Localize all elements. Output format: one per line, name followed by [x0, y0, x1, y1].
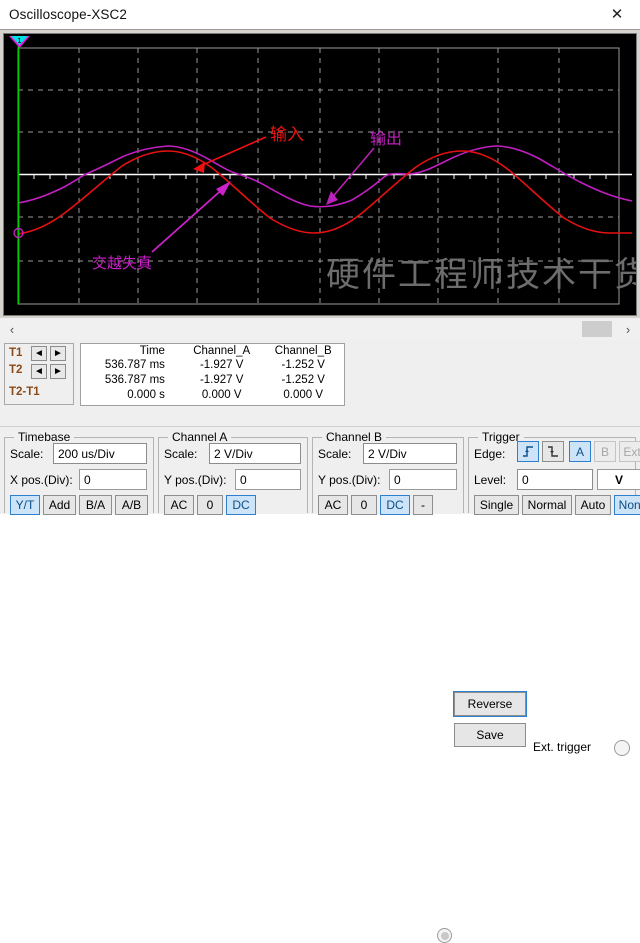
- cursor-delta-label: T2-T1: [9, 386, 40, 398]
- channel-a-group: Channel A Scale: 2 V/Div Y pos.(Div): 0 …: [158, 430, 452, 943]
- trigger-level-unit[interactable]: V: [597, 469, 640, 490]
- t2-channel-b: -1.252 V: [281, 373, 325, 386]
- cursor-t1-right-button[interactable]: ►: [50, 346, 66, 361]
- cursor-control-box: T1 T2 T2-T1 ◄ ► ◄ ►: [4, 343, 74, 405]
- channel-a-ypos-input[interactable]: 0: [235, 469, 301, 490]
- t1-channel-b: -1.252 V: [281, 358, 325, 371]
- trigger-source-b: B: [594, 441, 616, 462]
- delta-channel-b: 0.000 V: [283, 388, 324, 401]
- timebase-mode-ba[interactable]: B/A: [79, 495, 112, 515]
- trigger-level-input[interactable]: 0: [517, 469, 593, 490]
- t1-channel-a: -1.927 V: [199, 358, 244, 371]
- close-icon[interactable]: ✕: [594, 0, 640, 29]
- control-panel: Timebase Scale: 200 us/Div X pos.(Div): …: [0, 426, 640, 943]
- col-header-channel-b: Channel_B: [274, 345, 332, 357]
- table-row: 0.000 s 0.000 V 0.000 V: [81, 387, 344, 402]
- timebase-scale-input[interactable]: 200 us/Div: [53, 443, 147, 464]
- ext-trigger-terminal[interactable]: [614, 740, 630, 756]
- timebase-xpos-input[interactable]: 0: [79, 469, 147, 490]
- channel-a-ypos-label: Y pos.(Div):: [164, 473, 227, 487]
- trigger-mode-normal[interactable]: Normal: [522, 495, 572, 515]
- col-header-time: Time: [139, 345, 165, 357]
- channel-b-ypos-label: Y pos.(Div):: [318, 473, 381, 487]
- delta-time: 0.000 s: [127, 388, 165, 401]
- annotation-crossover-text: 交越失真: [92, 254, 152, 272]
- trigger-source-a[interactable]: A: [569, 441, 591, 462]
- annotation-input-text: 输入: [270, 125, 304, 145]
- scope-bezel: 硬件工程师技术干货 1 输入 输出 交越失真: [0, 29, 640, 318]
- delta-channel-a: 0.000 V: [201, 388, 242, 401]
- trigger-mode-auto[interactable]: Auto: [575, 495, 611, 515]
- t2-time: 536.787 ms: [104, 373, 165, 386]
- table-header-row: Time Channel_A Channel_B: [81, 344, 344, 357]
- channel-b-title: Channel B: [322, 430, 387, 444]
- scope-waveform-display[interactable]: 硬件工程师技术干货 1 输入 输出 交越失真: [4, 34, 636, 315]
- timebase-title: Timebase: [14, 430, 75, 444]
- channel-b-coupling-minus[interactable]: -: [413, 495, 433, 515]
- timebase-group: Timebase Scale: 200 us/Div X pos.(Div): …: [4, 430, 154, 515]
- annotation-output-text: 输出: [370, 129, 402, 148]
- trigger-group: Trigger Edge: A B Ext Level: 0 V Single …: [468, 430, 640, 515]
- channel-a-coupling-gnd[interactable]: 0: [197, 495, 223, 515]
- timebase-mode-add[interactable]: Add: [43, 495, 76, 515]
- window-title: Oscilloscope-XSC2: [9, 7, 127, 22]
- col-header-channel-a: Channel_A: [193, 345, 251, 357]
- channel-a-scale-input[interactable]: 2 V/Div: [209, 443, 301, 464]
- cursor-t1-label: T1: [9, 347, 23, 359]
- channel-b-group: Channel B Scale: 2 V/Div Y pos.(Div): 0 …: [312, 430, 464, 515]
- ext-trigger-label: Ext. trigger: [533, 740, 592, 754]
- channel-a-coupling-dc[interactable]: DC: [226, 495, 256, 515]
- trigger-mode-none[interactable]: None: [614, 495, 640, 515]
- channel-b-coupling-gnd[interactable]: 0: [351, 495, 377, 515]
- t1-time: 536.787 ms: [104, 358, 165, 371]
- scrollbar-thumb[interactable]: [582, 321, 612, 337]
- reverse-button[interactable]: Reverse: [453, 691, 527, 717]
- trigger-source-ext: Ext: [619, 441, 640, 462]
- cursor-t2-left-button[interactable]: ◄: [31, 364, 47, 379]
- readout-area: T1 T2 T2-T1 ◄ ► ◄ ► Time Channel_A Chann…: [0, 340, 640, 756]
- table-row: 536.787 ms -1.927 V -1.252 V: [81, 372, 344, 387]
- timebase-mode-yt[interactable]: Y/T: [10, 495, 40, 515]
- channel-a-coupling-ac[interactable]: AC: [164, 495, 194, 515]
- cursor-t1-left-button[interactable]: ◄: [31, 346, 47, 361]
- timebase-scale-label: Scale:: [10, 447, 44, 461]
- channel-b-coupling-ac[interactable]: AC: [318, 495, 348, 515]
- channel-a-terminal[interactable]: [437, 928, 452, 943]
- channel-b-ypos-input[interactable]: 0: [389, 469, 457, 490]
- channel-b-scale-input[interactable]: 2 V/Div: [363, 443, 457, 464]
- window-titlebar: Oscilloscope-XSC2 ✕: [0, 0, 640, 29]
- trigger-mode-single[interactable]: Single: [474, 495, 519, 515]
- scroll-left-arrow-icon[interactable]: ‹: [2, 318, 22, 340]
- channel-a-title: Channel A: [168, 430, 232, 444]
- trigger-level-label: Level:: [474, 473, 507, 487]
- scroll-right-arrow-icon[interactable]: ›: [618, 318, 638, 340]
- scope-watermark: 硬件工程师技术干货: [326, 255, 636, 295]
- falling-edge-icon[interactable]: [542, 441, 564, 462]
- cursor-t2-right-button[interactable]: ►: [50, 364, 66, 379]
- svg-text:1: 1: [17, 37, 21, 45]
- display-scrollbar[interactable]: ‹ ›: [0, 318, 640, 341]
- scope-screen-frame: 硬件工程师技术干货 1 输入 输出 交越失真: [3, 33, 637, 316]
- channel-b-scale-label: Scale:: [318, 447, 352, 461]
- measurement-table: Time Channel_A Channel_B 536.787 ms -1.9…: [80, 343, 345, 406]
- rising-edge-icon[interactable]: [517, 441, 539, 462]
- trigger-edge-label: Edge:: [474, 447, 506, 461]
- save-button[interactable]: Save: [454, 723, 526, 747]
- cursor-t2-label: T2: [9, 364, 23, 376]
- channel-a-scale-label: Scale:: [164, 447, 198, 461]
- table-row: 536.787 ms -1.927 V -1.252 V: [81, 357, 344, 372]
- channel-b-coupling-dc[interactable]: DC: [380, 495, 410, 515]
- timebase-mode-ab[interactable]: A/B: [115, 495, 148, 515]
- timebase-xpos-label: X pos.(Div):: [10, 473, 73, 487]
- t2-channel-a: -1.927 V: [199, 373, 244, 386]
